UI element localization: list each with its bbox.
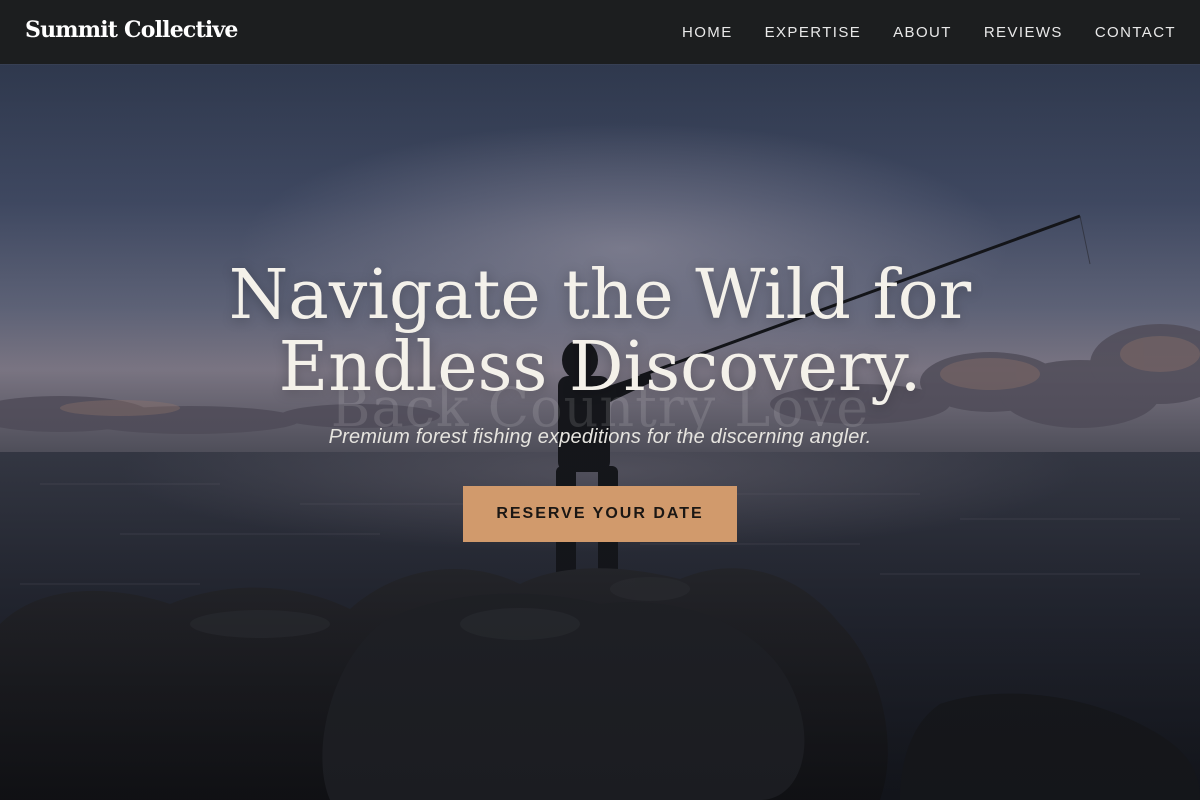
reserve-date-button[interactable]: RESERVE YOUR DATE: [463, 486, 737, 542]
nav-link-expertise[interactable]: EXPERTISE: [765, 24, 862, 41]
brand-logo[interactable]: Summit Collective: [25, 17, 238, 43]
hero-title-line-2: Endless Discovery.: [278, 328, 922, 407]
top-navbar: Summit Collective HOME EXPERTISE ABOUT R…: [0, 0, 1200, 64]
hero-title: Navigate the Wild for Endless Discovery.: [0, 260, 1200, 404]
hero-section: Back Country Love Navigate the Wild for …: [0, 64, 1200, 800]
nav-link-contact[interactable]: CONTACT: [1095, 24, 1176, 41]
hero-title-line-1: Navigate the Wild for: [228, 256, 972, 335]
nav-link-reviews[interactable]: REVIEWS: [984, 24, 1063, 41]
nav-link-about[interactable]: ABOUT: [893, 24, 952, 41]
hero-subtitle: Premium forest fishing expeditions for t…: [328, 426, 872, 448]
main-nav: HOME EXPERTISE ABOUT REVIEWS CONTACT: [682, 0, 1176, 64]
nav-link-home[interactable]: HOME: [682, 24, 733, 41]
